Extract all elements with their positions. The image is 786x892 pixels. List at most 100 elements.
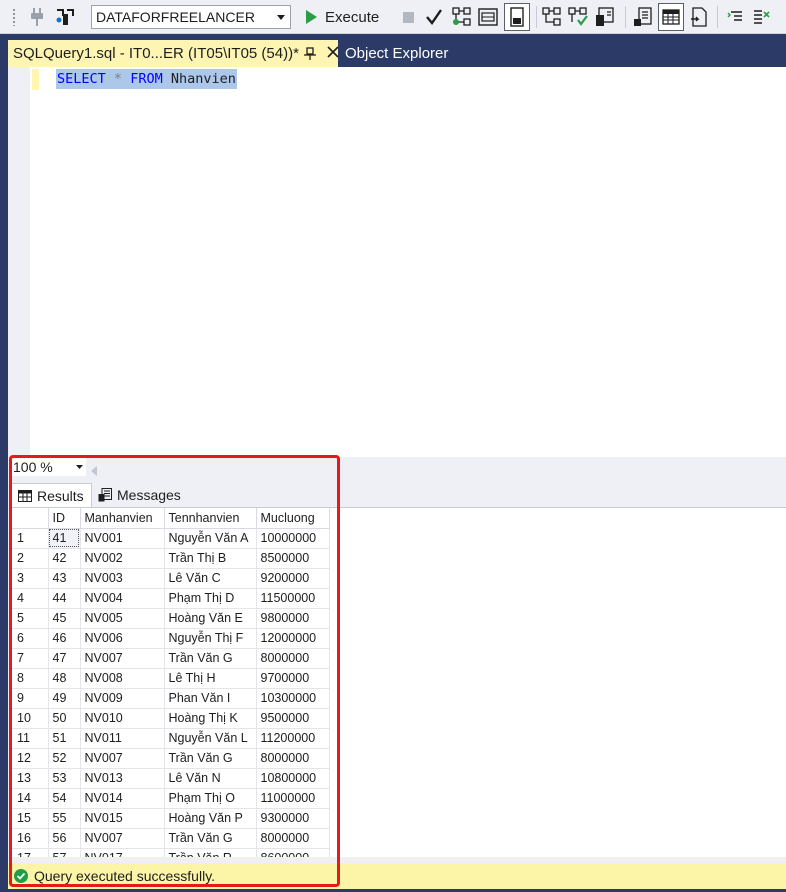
cell-id[interactable]: 50	[48, 708, 81, 729]
execute-button[interactable]: Execute	[306, 0, 392, 34]
column-header-id[interactable]: ID	[48, 508, 81, 529]
table-row[interactable]: 10 50 NV010 Hoàng Thị K 9500000	[11, 708, 330, 729]
actual-plan-icon[interactable]	[567, 0, 589, 34]
cell-mucluong[interactable]: 9800000	[256, 608, 330, 629]
results-to-text-option-icon[interactable]	[632, 0, 654, 34]
table-row[interactable]: 4 44 NV004 Phạm Thị D 11500000	[11, 588, 330, 609]
table-row[interactable]: 15 55 NV015 Hoàng Văn P 9300000	[11, 808, 330, 829]
cell-manhanvien[interactable]: NV010	[80, 708, 165, 729]
cell-manhanvien[interactable]: NV007	[80, 648, 165, 669]
cell-id[interactable]: 57	[48, 848, 81, 857]
database-select[interactable]: DATAFORFREELANCER	[91, 5, 291, 29]
cell-mucluong[interactable]: 8000000	[256, 748, 330, 769]
cell-tennhanvien[interactable]: Phạm Thị O	[164, 788, 257, 809]
cell-tennhanvien[interactable]: Trần Văn G	[164, 828, 257, 849]
cell-manhanvien[interactable]: NV005	[80, 608, 165, 629]
tab-object-explorer[interactable]: Object Explorer	[345, 40, 448, 67]
cell-tennhanvien[interactable]: Trần Văn G	[164, 748, 257, 769]
table-row[interactable]: 1 41 NV001 Nguyễn Văn A 10000000	[11, 528, 330, 549]
cell-id[interactable]: 43	[48, 568, 81, 589]
table-row[interactable]: 12 52 NV007 Trần Văn G 8000000	[11, 748, 330, 769]
cell-mucluong[interactable]: 8000000	[256, 648, 330, 669]
cell-manhanvien[interactable]: NV014	[80, 788, 165, 809]
cell-id[interactable]: 56	[48, 828, 81, 849]
cell-tennhanvien[interactable]: Trần Văn R	[164, 848, 257, 857]
cell-mucluong[interactable]: 11000000	[256, 788, 330, 809]
cell-mucluong[interactable]: 11200000	[256, 728, 330, 749]
cell-mucluong[interactable]: 8600000	[256, 848, 330, 857]
pin-icon[interactable]	[304, 46, 316, 60]
cell-tennhanvien[interactable]: Lê Văn N	[164, 768, 257, 789]
table-row[interactable]: 11 51 NV011 Nguyễn Văn L 11200000	[11, 728, 330, 749]
cell-id[interactable]: 45	[48, 608, 81, 629]
table-row[interactable]: 16 56 NV007 Trần Văn G 8000000	[11, 828, 330, 849]
cell-manhanvien[interactable]: NV015	[80, 808, 165, 829]
cell-manhanvien[interactable]: NV004	[80, 588, 165, 609]
cell-id[interactable]: 55	[48, 808, 81, 829]
scroll-left-icon[interactable]	[91, 461, 97, 480]
stop-icon[interactable]	[399, 0, 417, 34]
cell-tennhanvien[interactable]: Trần Thị B	[164, 548, 257, 569]
cell-tennhanvien[interactable]: Nguyễn Văn A	[164, 528, 257, 549]
table-row[interactable]: 2 42 NV002 Trần Thị B 8500000	[11, 548, 330, 569]
cell-mucluong[interactable]: 12000000	[256, 628, 330, 649]
cell-id[interactable]: 47	[48, 648, 81, 669]
table-row[interactable]: 14 54 NV014 Phạm Thị O 11000000	[11, 788, 330, 809]
cell-id[interactable]: 42	[48, 548, 81, 569]
cell-tennhanvien[interactable]: Phan Văn I	[164, 688, 257, 709]
cell-manhanvien[interactable]: NV008	[80, 668, 165, 689]
cell-mucluong[interactable]: 10300000	[256, 688, 330, 709]
tab-sqlquery1[interactable]: SQLQuery1.sql - IT0...ER (IT05\IT05 (54)…	[8, 40, 340, 67]
cell-id[interactable]: 41	[48, 528, 81, 549]
cell-id[interactable]: 51	[48, 728, 81, 749]
table-row[interactable]: 1757NV017Trần Văn R8600000	[11, 848, 330, 857]
tab-messages[interactable]: Messages	[92, 483, 187, 507]
cell-manhanvien[interactable]: NV001	[80, 528, 165, 549]
cell-tennhanvien[interactable]: Nguyễn Thị F	[164, 628, 257, 649]
table-row[interactable]: 9 49 NV009 Phan Văn I 10300000	[11, 688, 330, 709]
cell-manhanvien[interactable]: NV009	[80, 688, 165, 709]
cell-manhanvien[interactable]: NV007	[80, 748, 165, 769]
cell-mucluong[interactable]: 9500000	[256, 708, 330, 729]
parse-check-icon[interactable]	[424, 0, 444, 34]
cell-tennhanvien[interactable]: Hoàng Văn P	[164, 808, 257, 829]
estimated-plan-icon[interactable]	[541, 0, 563, 34]
cell-mucluong[interactable]: 9700000	[256, 668, 330, 689]
cell-manhanvien[interactable]: NV006	[80, 628, 165, 649]
column-header-tennhanvien[interactable]: Tennhanvien	[164, 508, 257, 529]
results-to-file-icon[interactable]	[688, 0, 710, 34]
cell-mucluong[interactable]: 9200000	[256, 568, 330, 589]
uncomment-icon[interactable]	[750, 0, 774, 34]
cell-mucluong[interactable]: 8500000	[256, 548, 330, 569]
debug-icon[interactable]	[54, 0, 76, 34]
cell-id[interactable]: 53	[48, 768, 81, 789]
cell-id[interactable]: 46	[48, 628, 81, 649]
table-row[interactable]: 7 47 NV007 Trần Văn G 8000000	[11, 648, 330, 669]
cell-mucluong[interactable]: 8000000	[256, 828, 330, 849]
plug-icon[interactable]	[28, 0, 46, 34]
cell-id[interactable]: 44	[48, 588, 81, 609]
cell-manhanvien[interactable]: NV013	[80, 768, 165, 789]
cell-id[interactable]: 48	[48, 668, 81, 689]
table-row[interactable]: 13 53 NV013 Lê Văn N 10800000	[11, 768, 330, 789]
cell-manhanvien[interactable]: NV003	[80, 568, 165, 589]
query-plan-icon[interactable]	[451, 0, 473, 34]
table-row[interactable]: 5 45 NV005 Hoàng Văn E 9800000	[11, 608, 330, 629]
cell-tennhanvien[interactable]: Lê Văn C	[164, 568, 257, 589]
code-line-1[interactable]: SELECT * FROM Nhanvien	[56, 69, 237, 89]
client-stats-icon[interactable]	[594, 0, 616, 34]
cell-mucluong[interactable]: 10800000	[256, 768, 330, 789]
cell-manhanvien[interactable]: NV017	[80, 848, 165, 857]
cell-tennhanvien[interactable]: Hoàng Văn E	[164, 608, 257, 629]
cell-id[interactable]: 49	[48, 688, 81, 709]
table-row[interactable]: 8 48 NV008 Lê Thị H 9700000	[11, 668, 330, 689]
include-plan-icon[interactable]	[477, 0, 499, 34]
table-row[interactable]: 3 43 NV003 Lê Văn C 9200000	[11, 568, 330, 589]
results-grid[interactable]: ID Manhanvien Tennhanvien Mucluong 1 41 NV…	[11, 507, 786, 857]
column-header-manhanvien[interactable]: Manhanvien	[80, 508, 165, 529]
close-icon[interactable]	[326, 44, 340, 60]
cell-tennhanvien[interactable]: Phạm Thị D	[164, 588, 257, 609]
cell-tennhanvien[interactable]: Nguyễn Văn L	[164, 728, 257, 749]
results-to-grid-icon[interactable]	[658, 3, 684, 31]
cell-tennhanvien[interactable]: Hoàng Thị K	[164, 708, 257, 729]
